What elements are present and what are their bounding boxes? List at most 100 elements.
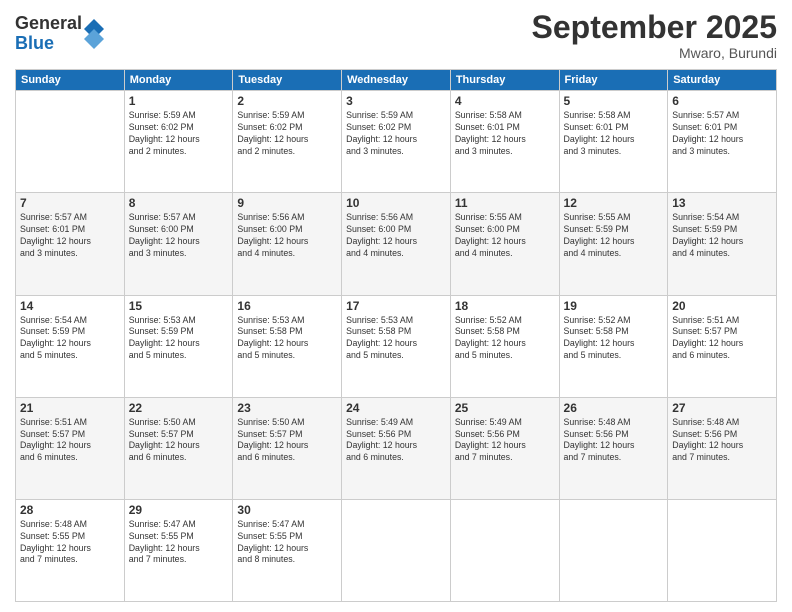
day-info: Sunrise: 5:59 AM Sunset: 6:02 PM Dayligh… xyxy=(129,110,229,158)
day-info: Sunrise: 5:52 AM Sunset: 5:58 PM Dayligh… xyxy=(564,315,664,363)
table-row: 14 Sunrise: 5:54 AM Sunset: 5:59 PM Dayli… xyxy=(16,295,125,397)
table-row: 19 Sunrise: 5:52 AM Sunset: 5:58 PM Dayli… xyxy=(559,295,668,397)
day-info: Sunrise: 5:49 AM Sunset: 5:56 PM Dayligh… xyxy=(455,417,555,465)
day-info: Sunrise: 5:56 AM Sunset: 6:00 PM Dayligh… xyxy=(346,212,446,260)
day-info: Sunrise: 5:53 AM Sunset: 5:58 PM Dayligh… xyxy=(237,315,337,363)
day-info: Sunrise: 5:50 AM Sunset: 5:57 PM Dayligh… xyxy=(237,417,337,465)
table-row: 5Sunrise: 5:58 AM Sunset: 6:01 PM Daylig… xyxy=(559,91,668,193)
day-info: Sunrise: 5:54 AM Sunset: 5:59 PM Dayligh… xyxy=(672,212,772,260)
day-number: 17 xyxy=(346,299,446,313)
day-info: Sunrise: 5:58 AM Sunset: 6:01 PM Dayligh… xyxy=(564,110,664,158)
table-row: 26Sunrise: 5:48 AM Sunset: 5:56 PM Dayli… xyxy=(559,397,668,499)
col-saturday: Saturday xyxy=(668,70,777,91)
subtitle: Mwaro, Burundi xyxy=(532,45,777,61)
day-info: Sunrise: 5:57 AM Sunset: 6:00 PM Dayligh… xyxy=(129,212,229,260)
table-row: 27 Sunrise: 5:48 AM Sunset: 5:56 PM Dayli… xyxy=(668,397,777,499)
day-info: Sunrise: 5:48 AM Sunset: 5:56 PM Dayligh… xyxy=(672,417,772,465)
table-row: 22Sunrise: 5:50 AM Sunset: 5:57 PM Dayli… xyxy=(124,397,233,499)
table-row: 6Sunrise: 5:57 AM Sunset: 6:01 PM Daylig… xyxy=(668,91,777,193)
table-row: 20 Sunrise: 5:51 AM Sunset: 5:57 PM Dayli… xyxy=(668,295,777,397)
day-info: Sunrise: 5:51 AM Sunset: 5:57 PM Dayligh… xyxy=(20,417,120,465)
day-info: Sunrise: 5:55 AM Sunset: 5:59 PM Dayligh… xyxy=(564,212,664,260)
table-row: 3 Sunrise: 5:59 AM Sunset: 6:02 PM Daylig… xyxy=(342,91,451,193)
table-row: 2Sunrise: 5:59 AM Sunset: 6:02 PM Daylig… xyxy=(233,91,342,193)
calendar-table: Sunday Monday Tuesday Wednesday Thursday… xyxy=(15,69,777,602)
day-info: Sunrise: 5:57 AM Sunset: 6:01 PM Dayligh… xyxy=(672,110,772,158)
table-row: 4Sunrise: 5:58 AM Sunset: 6:01 PM Daylig… xyxy=(450,91,559,193)
table-row: 1 Sunrise: 5:59 AM Sunset: 6:02 PM Daylig… xyxy=(124,91,233,193)
col-sunday: Sunday xyxy=(16,70,125,91)
table-row: 28 Sunrise: 5:48 AM Sunset: 5:55 PM Dayli… xyxy=(16,499,125,601)
day-number: 28 xyxy=(20,503,120,517)
title-block: September 2025 Mwaro, Burundi xyxy=(532,10,777,61)
day-number: 12 xyxy=(564,196,664,210)
calendar-week-row: 1 Sunrise: 5:59 AM Sunset: 6:02 PM Daylig… xyxy=(16,91,777,193)
header: General Blue September 2025 Mwaro, Burun… xyxy=(15,10,777,61)
day-number: 14 xyxy=(20,299,120,313)
table-row: 10 Sunrise: 5:56 AM Sunset: 6:00 PM Dayli… xyxy=(342,193,451,295)
page: General Blue September 2025 Mwaro, Burun… xyxy=(0,0,792,612)
table-row: 9 Sunrise: 5:56 AM Sunset: 6:00 PM Daylig… xyxy=(233,193,342,295)
day-info: Sunrise: 5:59 AM Sunset: 6:02 PM Dayligh… xyxy=(346,110,446,158)
day-info: Sunrise: 5:53 AM Sunset: 5:58 PM Dayligh… xyxy=(346,315,446,363)
day-number: 1 xyxy=(129,94,229,108)
table-row: 8 Sunrise: 5:57 AM Sunset: 6:00 PM Daylig… xyxy=(124,193,233,295)
day-number: 9 xyxy=(237,196,337,210)
day-info: Sunrise: 5:50 AM Sunset: 5:57 PM Dayligh… xyxy=(129,417,229,465)
col-monday: Monday xyxy=(124,70,233,91)
day-number: 27 xyxy=(672,401,772,415)
day-number: 21 xyxy=(20,401,120,415)
table-row: 23 Sunrise: 5:50 AM Sunset: 5:57 PM Dayli… xyxy=(233,397,342,499)
day-info: Sunrise: 5:54 AM Sunset: 5:59 PM Dayligh… xyxy=(20,315,120,363)
day-number: 11 xyxy=(455,196,555,210)
day-info: Sunrise: 5:55 AM Sunset: 6:00 PM Dayligh… xyxy=(455,212,555,260)
day-info: Sunrise: 5:53 AM Sunset: 5:59 PM Dayligh… xyxy=(129,315,229,363)
calendar-week-row: 7Sunrise: 5:57 AM Sunset: 6:01 PM Daylig… xyxy=(16,193,777,295)
logo-icon xyxy=(84,19,104,49)
day-number: 29 xyxy=(129,503,229,517)
logo: General Blue xyxy=(15,14,104,54)
day-info: Sunrise: 5:48 AM Sunset: 5:55 PM Dayligh… xyxy=(20,519,120,567)
logo-blue: Blue xyxy=(15,34,82,54)
day-number: 24 xyxy=(346,401,446,415)
table-row: 21 Sunrise: 5:51 AM Sunset: 5:57 PM Dayli… xyxy=(16,397,125,499)
table-row: 29Sunrise: 5:47 AM Sunset: 5:55 PM Dayli… xyxy=(124,499,233,601)
day-number: 3 xyxy=(346,94,446,108)
table-row: 18Sunrise: 5:52 AM Sunset: 5:58 PM Dayli… xyxy=(450,295,559,397)
day-number: 8 xyxy=(129,196,229,210)
day-number: 18 xyxy=(455,299,555,313)
table-row xyxy=(668,499,777,601)
table-row: 11 Sunrise: 5:55 AM Sunset: 6:00 PM Dayli… xyxy=(450,193,559,295)
day-info: Sunrise: 5:51 AM Sunset: 5:57 PM Dayligh… xyxy=(672,315,772,363)
table-row: 15 Sunrise: 5:53 AM Sunset: 5:59 PM Dayli… xyxy=(124,295,233,397)
logo-text: General Blue xyxy=(15,14,82,54)
table-row: 12 Sunrise: 5:55 AM Sunset: 5:59 PM Dayli… xyxy=(559,193,668,295)
col-tuesday: Tuesday xyxy=(233,70,342,91)
day-info: Sunrise: 5:58 AM Sunset: 6:01 PM Dayligh… xyxy=(455,110,555,158)
table-row xyxy=(342,499,451,601)
day-info: Sunrise: 5:49 AM Sunset: 5:56 PM Dayligh… xyxy=(346,417,446,465)
table-row xyxy=(450,499,559,601)
calendar-week-row: 21 Sunrise: 5:51 AM Sunset: 5:57 PM Dayli… xyxy=(16,397,777,499)
day-number: 26 xyxy=(564,401,664,415)
day-number: 30 xyxy=(237,503,337,517)
day-number: 19 xyxy=(564,299,664,313)
table-row: 16Sunrise: 5:53 AM Sunset: 5:58 PM Dayli… xyxy=(233,295,342,397)
day-number: 7 xyxy=(20,196,120,210)
col-thursday: Thursday xyxy=(450,70,559,91)
table-row xyxy=(559,499,668,601)
day-number: 10 xyxy=(346,196,446,210)
day-number: 23 xyxy=(237,401,337,415)
table-row xyxy=(16,91,125,193)
col-wednesday: Wednesday xyxy=(342,70,451,91)
day-info: Sunrise: 5:56 AM Sunset: 6:00 PM Dayligh… xyxy=(237,212,337,260)
table-row: 30Sunrise: 5:47 AM Sunset: 5:55 PM Dayli… xyxy=(233,499,342,601)
month-title: September 2025 xyxy=(532,10,777,45)
col-friday: Friday xyxy=(559,70,668,91)
table-row: 25Sunrise: 5:49 AM Sunset: 5:56 PM Dayli… xyxy=(450,397,559,499)
table-row: 7Sunrise: 5:57 AM Sunset: 6:01 PM Daylig… xyxy=(16,193,125,295)
day-number: 15 xyxy=(129,299,229,313)
day-number: 20 xyxy=(672,299,772,313)
day-number: 13 xyxy=(672,196,772,210)
table-row: 24 Sunrise: 5:49 AM Sunset: 5:56 PM Dayli… xyxy=(342,397,451,499)
